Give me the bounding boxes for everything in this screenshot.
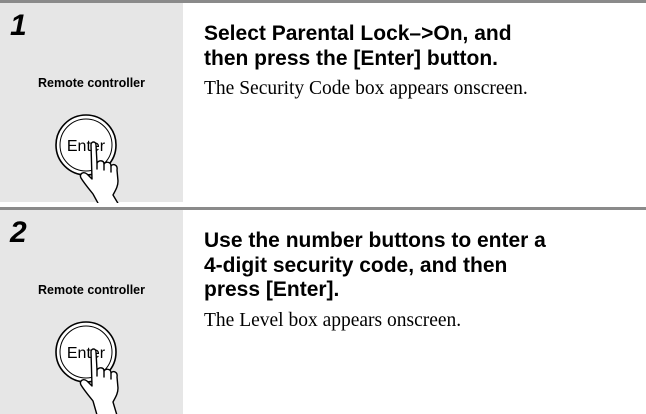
step-number: 2 [10, 216, 27, 249]
step-heading-line: 4-digit security code, and then [204, 253, 508, 277]
step-description: The Security Code box appears onscreen. [204, 78, 528, 99]
step-heading-line: then press the [Enter] button. [204, 46, 498, 70]
step-sidebar: 2 Remote controller Enter [0, 210, 183, 414]
step-heading-line: press [Enter]. [204, 278, 340, 301]
step-1: 1 Remote controller Enter Select Parenta… [0, 0, 646, 207]
enter-button-press-icon: Enter [55, 321, 119, 414]
enter-button-label: Enter [67, 345, 106, 362]
step-number: 1 [10, 9, 27, 42]
remote-controller-label: Remote controller [38, 283, 145, 297]
enter-button-press-icon: Enter [55, 114, 119, 203]
remote-controller-label: Remote controller [38, 76, 145, 90]
step-description: The Level box appears onscreen. [204, 310, 462, 331]
step-heading-line: Use the number buttons to enter a [204, 229, 546, 252]
step-sidebar: 1 Remote controller Enter [0, 3, 183, 203]
step-heading-line: Select Parental Lock–>On, and [204, 22, 512, 45]
enter-button-label: Enter [67, 138, 106, 155]
step-heading: Use the number buttons to enter a 4-digi… [204, 229, 644, 303]
step-heading: Select Parental Lock–>On, and then press… [204, 22, 644, 71]
step-2: 2 Remote controller Enter Use the number… [0, 207, 646, 414]
